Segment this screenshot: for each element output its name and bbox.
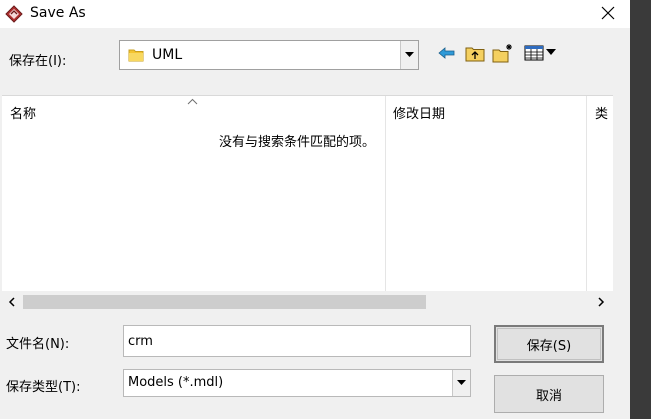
file-type-value: Models (*.mdl) [128,375,224,390]
chevron-down-icon[interactable] [400,41,418,69]
scroll-left-button[interactable] [5,294,19,310]
close-button[interactable] [598,3,618,23]
new-folder-icon [492,44,512,63]
file-list[interactable]: 名称 修改日期 类 没有与搜索条件匹配的项。 [2,95,613,292]
save-in-value: UML [152,47,183,63]
sort-ascending-icon [187,94,198,109]
title-bar: Save As [0,0,651,28]
chevron-down-icon[interactable] [452,370,470,396]
column-header-date[interactable]: 修改日期 [393,103,445,122]
column-header-name[interactable]: 名称 [10,103,36,122]
app-icon [5,5,23,23]
close-icon [601,6,615,20]
file-name-input[interactable] [123,325,471,357]
file-name-label: 文件名(N): [6,337,70,352]
new-folder-button[interactable] [492,42,514,64]
horizontal-scrollbar[interactable] [2,291,613,313]
save-button[interactable]: 保存(S) [494,325,604,363]
column-divider [385,96,386,292]
window-title: Save As [30,5,86,21]
scroll-right-button[interactable] [594,294,608,310]
back-button[interactable] [436,42,458,64]
save-in-dropdown[interactable]: UML [119,40,419,70]
view-menu-button[interactable] [522,42,560,64]
column-header-type[interactable]: 类 [595,103,613,122]
scrollbar-thumb[interactable] [23,295,426,309]
cancel-button[interactable]: 取消 [494,375,604,413]
save-in-label: 保存在(I): [9,54,67,69]
up-folder-button[interactable] [464,42,486,64]
column-divider [586,96,587,292]
chevron-left-icon [8,297,15,307]
back-arrow-icon [438,47,455,59]
empty-message: 没有与搜索条件匹配的项。 [219,135,376,150]
up-folder-icon [465,47,485,62]
view-menu-icon [524,45,556,61]
folder-icon [128,47,144,63]
file-type-dropdown[interactable]: Models (*.mdl) [123,369,471,397]
file-type-label: 保存类型(T): [6,380,81,395]
window-edge [630,0,651,419]
chevron-right-icon [598,297,605,307]
